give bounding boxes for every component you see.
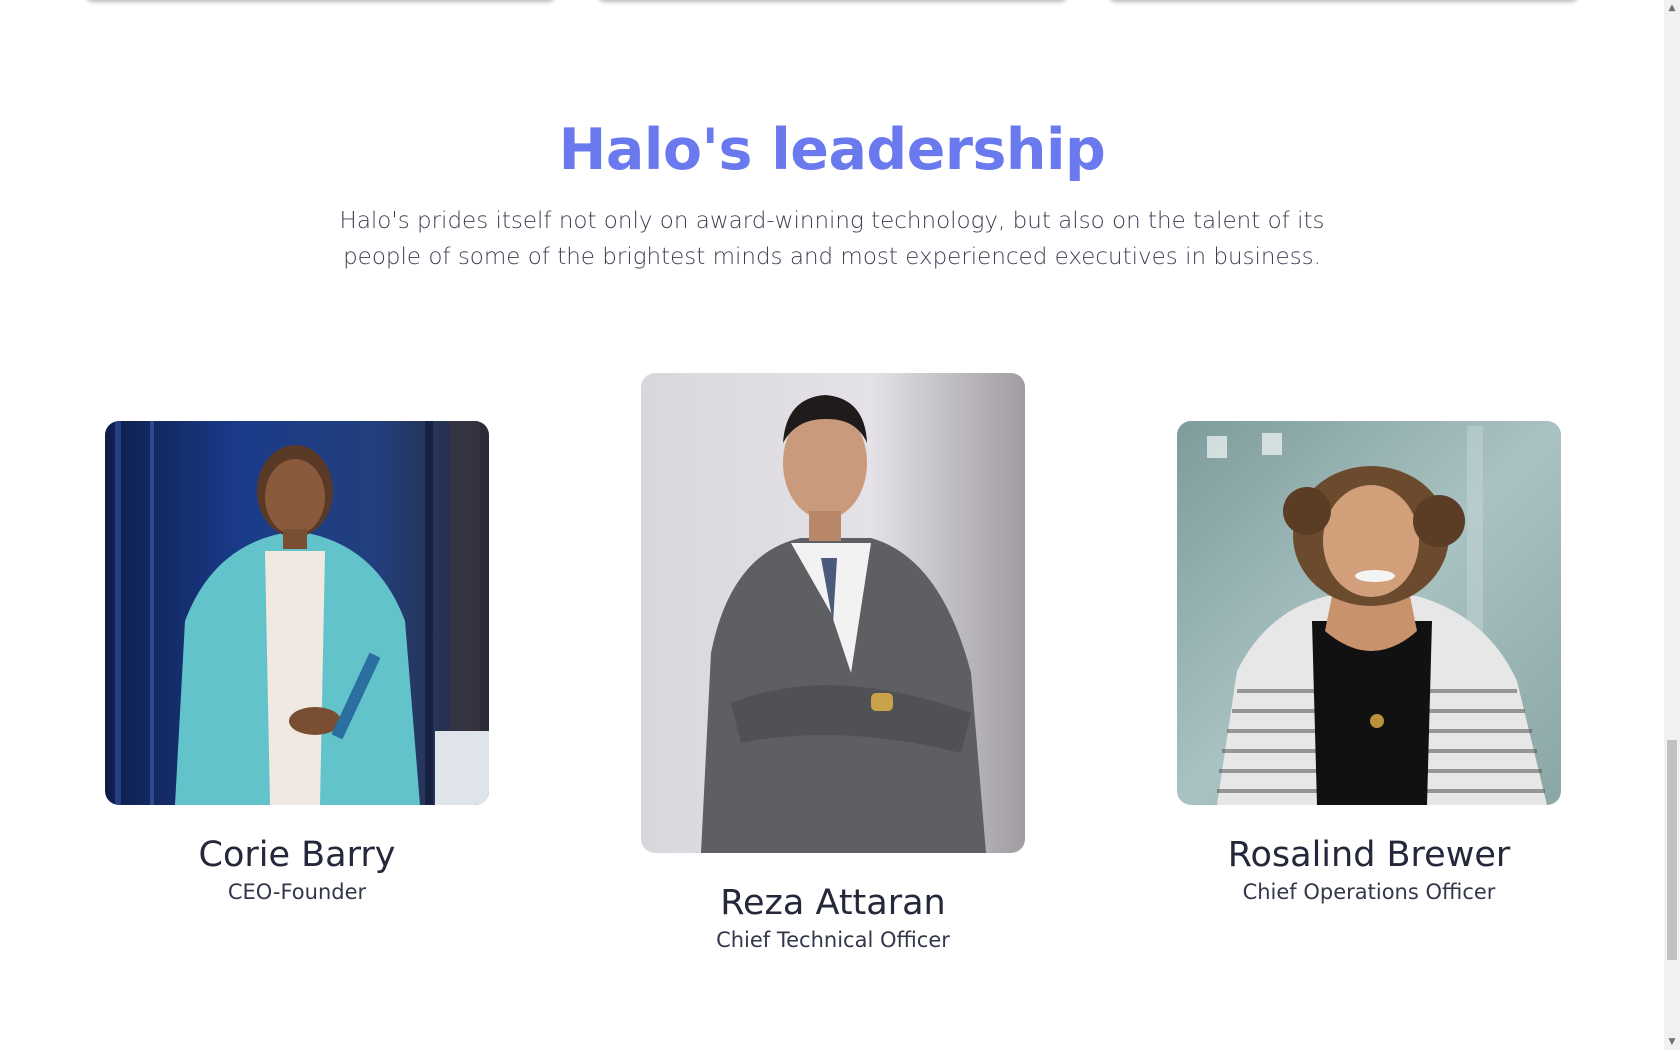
scroll-up-arrow-icon[interactable]: ▲ xyxy=(1664,0,1680,16)
leader-name: Reza Attaran xyxy=(720,883,946,923)
leader-name: Rosalind Brewer xyxy=(1227,835,1511,875)
leader-role: Chief Operations Officer xyxy=(1242,880,1496,904)
leader-photo xyxy=(1177,421,1561,805)
leader-role: CEO-Founder xyxy=(227,880,367,904)
scroll-thumb[interactable] xyxy=(1667,740,1677,960)
leader-card: Corie Barry CEO-Founder xyxy=(105,421,489,907)
page: Halo's leadership Halo's prides itself n… xyxy=(0,0,1664,1050)
leadership-description: Halo's prides itself not only on award-w… xyxy=(339,208,1325,270)
leader-photo xyxy=(641,373,1025,853)
leader-photo-image xyxy=(105,421,489,805)
leader-photo-image xyxy=(1177,421,1561,805)
leadership-title: Halo's leadership xyxy=(558,117,1106,183)
leader-card: Rosalind Brewer Chief Operations Officer xyxy=(1177,421,1561,907)
leader-role: Chief Technical Officer xyxy=(716,928,950,952)
scroll-down-arrow-icon[interactable]: ▼ xyxy=(1664,1034,1680,1050)
leader-card: Reza Attaran Chief Technical Officer xyxy=(641,373,1025,955)
leader-name: Corie Barry xyxy=(198,835,396,875)
leader-photo-image xyxy=(641,373,1025,853)
vertical-scrollbar[interactable]: ▲ ▼ xyxy=(1664,0,1680,1050)
leader-photo xyxy=(105,421,489,805)
